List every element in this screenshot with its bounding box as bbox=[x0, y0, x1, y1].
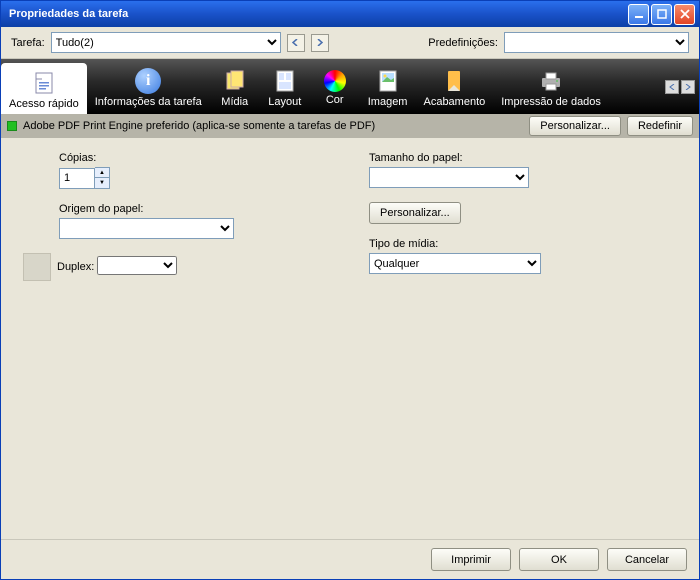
field-personalizar-tamanho: Personalizar... bbox=[369, 202, 681, 224]
color-wheel-icon bbox=[324, 70, 346, 92]
cancelar-button[interactable]: Cancelar bbox=[607, 548, 687, 571]
tab-label: Impressão de dados bbox=[501, 96, 601, 108]
tarefa-select[interactable]: Tudo(2) bbox=[51, 32, 281, 53]
printer-icon bbox=[538, 68, 564, 94]
nav-next-button[interactable] bbox=[311, 34, 329, 52]
document-lines-icon bbox=[31, 70, 57, 96]
infobar-redefinir-button[interactable]: Redefinir bbox=[627, 116, 693, 136]
copias-input[interactable] bbox=[59, 168, 95, 189]
field-copias: Cópias: ▲ ▼ bbox=[59, 152, 339, 189]
chevron-left-icon bbox=[292, 39, 299, 46]
predef-select[interactable] bbox=[504, 32, 689, 53]
ok-button[interactable]: OK bbox=[519, 548, 599, 571]
tab-label: Cor bbox=[326, 94, 344, 106]
tab-scroll bbox=[661, 59, 699, 114]
infobar-text: Adobe PDF Print Engine preferido (aplica… bbox=[23, 120, 523, 132]
tab-label: Imagem bbox=[368, 96, 408, 108]
tab-label: Acabamento bbox=[423, 96, 485, 108]
tab-label: Layout bbox=[268, 96, 301, 108]
tipo-label: Tipo de mídia: bbox=[369, 238, 681, 250]
origem-label: Origem do papel: bbox=[59, 203, 339, 215]
minimize-icon bbox=[634, 9, 644, 19]
titlebar: Propriedades da tarefa bbox=[1, 1, 699, 27]
footer: Imprimir OK Cancelar bbox=[1, 539, 699, 579]
close-button[interactable] bbox=[674, 4, 695, 25]
copias-label: Cópias: bbox=[59, 152, 339, 164]
personalizar-tamanho-button[interactable]: Personalizar... bbox=[369, 202, 461, 224]
tamanho-select[interactable] bbox=[369, 167, 529, 188]
chevron-left-icon bbox=[669, 84, 675, 90]
maximize-button[interactable] bbox=[651, 4, 672, 25]
right-column: Tamanho do papel: Personalizar... Tipo d… bbox=[369, 152, 681, 525]
infobar: Adobe PDF Print Engine preferido (aplica… bbox=[1, 114, 699, 138]
top-toolbar: Tarefa: Tudo(2) Predefinições: bbox=[1, 27, 699, 59]
duplex-label: Duplex: bbox=[57, 261, 94, 273]
tab-acabamento[interactable]: Acabamento bbox=[415, 59, 493, 114]
chevron-right-icon bbox=[685, 84, 691, 90]
tab-midia[interactable]: Mídia bbox=[210, 59, 260, 114]
copias-spinner: ▲ ▼ bbox=[95, 167, 110, 189]
chevron-right-icon bbox=[316, 39, 323, 46]
bookmark-icon bbox=[441, 68, 467, 94]
origem-select[interactable] bbox=[59, 218, 234, 239]
tab-label: Informações da tarefa bbox=[95, 96, 202, 108]
field-duplex: Duplex: bbox=[23, 253, 339, 281]
field-tamanho: Tamanho do papel: bbox=[369, 152, 681, 188]
tab-imagem[interactable]: Imagem bbox=[360, 59, 416, 114]
status-indicator-icon bbox=[7, 121, 17, 131]
copias-spin-down[interactable]: ▼ bbox=[95, 178, 109, 188]
titlebar-controls bbox=[628, 4, 695, 25]
tab-label: Acesso rápido bbox=[9, 98, 79, 110]
tamanho-label: Tamanho do papel: bbox=[369, 152, 681, 164]
media-icon bbox=[222, 68, 248, 94]
left-column: Cópias: ▲ ▼ Origem do papel: Duplex: bbox=[59, 152, 339, 525]
infobar-personalizar-button[interactable]: Personalizar... bbox=[529, 116, 621, 136]
layout-icon bbox=[272, 68, 298, 94]
copias-spin-up[interactable]: ▲ bbox=[95, 168, 109, 178]
tab-scroll-left[interactable] bbox=[665, 80, 679, 94]
tab-cor[interactable]: Cor bbox=[310, 59, 360, 114]
duplex-preview-icon bbox=[23, 253, 51, 281]
predef-label: Predefinições: bbox=[428, 37, 498, 49]
info-icon: i bbox=[135, 68, 161, 94]
tab-info-tarefa[interactable]: i Informações da tarefa bbox=[87, 59, 210, 114]
maximize-icon bbox=[657, 9, 667, 19]
field-origem: Origem do papel: bbox=[59, 203, 339, 239]
tab-acesso-rapido[interactable]: Acesso rápido bbox=[1, 63, 87, 114]
close-icon bbox=[680, 9, 690, 19]
tab-scroll-right[interactable] bbox=[681, 80, 695, 94]
tab-layout[interactable]: Layout bbox=[260, 59, 310, 114]
title-text: Propriedades da tarefa bbox=[9, 8, 628, 20]
window-frame: Propriedades da tarefa Tarefa: Tudo(2) P… bbox=[0, 0, 700, 580]
content-area: Cópias: ▲ ▼ Origem do papel: Duplex: bbox=[1, 138, 699, 539]
tipo-select[interactable]: Qualquer bbox=[369, 253, 541, 274]
tab-label: Mídia bbox=[221, 96, 248, 108]
nav-prev-button[interactable] bbox=[287, 34, 305, 52]
imprimir-button[interactable]: Imprimir bbox=[431, 548, 511, 571]
tab-impressao-dados[interactable]: Impressão de dados bbox=[493, 59, 609, 114]
tarefa-label: Tarefa: bbox=[11, 37, 45, 49]
duplex-select[interactable] bbox=[97, 256, 177, 275]
tabstrip: Acesso rápido i Informações da tarefa Mí… bbox=[1, 59, 699, 114]
field-tipo: Tipo de mídia: Qualquer bbox=[369, 238, 681, 274]
image-icon bbox=[375, 68, 401, 94]
minimize-button[interactable] bbox=[628, 4, 649, 25]
